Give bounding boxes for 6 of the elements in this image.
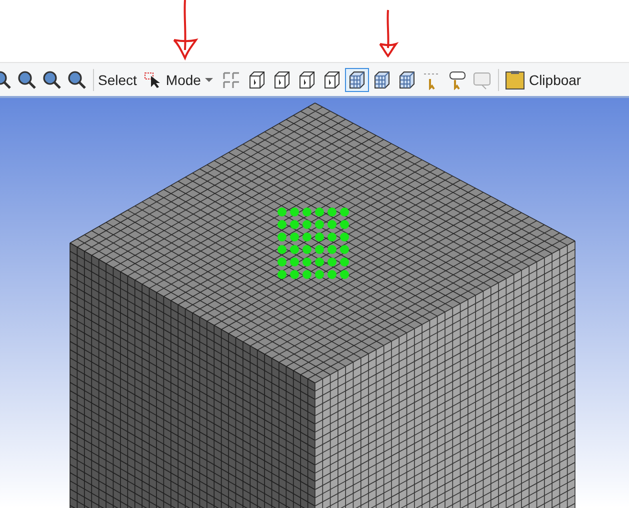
mode-dropdown[interactable]: Mode <box>142 70 215 90</box>
clipboard-button[interactable]: Clipboar <box>502 68 584 92</box>
select-label: Select <box>98 72 137 88</box>
toolbar-button[interactable] <box>344 68 369 92</box>
caret-icon <box>204 78 213 82</box>
clipboard-icon <box>504 70 525 90</box>
